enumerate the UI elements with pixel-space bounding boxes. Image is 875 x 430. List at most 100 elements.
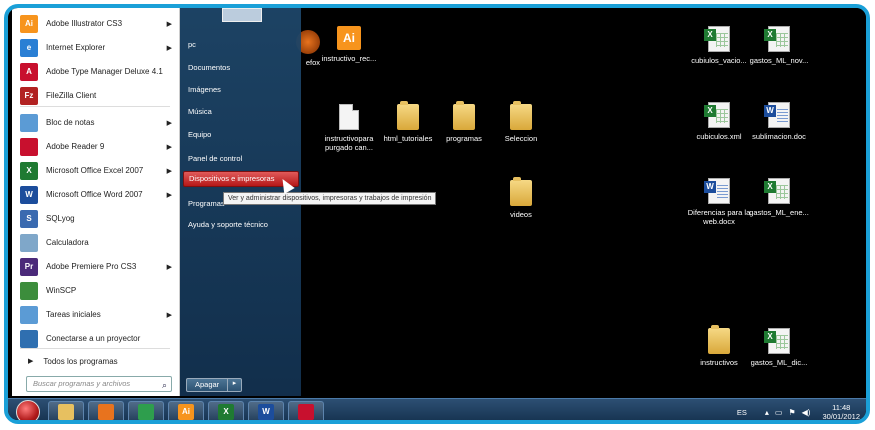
acrobat-icon [298, 404, 314, 420]
search-input[interactable]: Buscar programas y archivos ⌕ [26, 376, 172, 392]
desktop-icon-gastos-ml-nov[interactable]: X gastos_ML_nov... [743, 26, 815, 65]
word-taskbar-button[interactable]: W [248, 401, 284, 420]
program-label: WinSCP [46, 286, 77, 295]
search-icon: ⌕ [161, 380, 167, 390]
word-icon: W [258, 404, 274, 420]
getting-started-icon [20, 305, 38, 324]
program-label: Adobe Illustrator CS3 [46, 19, 123, 28]
action-center-flag-icon[interactable]: ⚑ [788, 408, 795, 417]
filezilla-icon: Fz [20, 86, 38, 105]
adobe-type-manager-icon: A [20, 62, 38, 81]
program-label: Calculadora [46, 238, 89, 247]
submenu-arrow-icon[interactable]: ▶ [167, 167, 172, 175]
submenu-arrow-icon[interactable]: ▶ [167, 311, 172, 319]
explorer-taskbar-button[interactable] [48, 401, 84, 420]
all-programs-label: Todos los programas [43, 356, 118, 366]
places-link[interactable]: Imágenes [188, 85, 221, 94]
program-item[interactable]: X Microsoft Office Excel 2007 ▶ [12, 159, 180, 182]
show-hidden-icons-icon[interactable]: ▴ [765, 408, 769, 417]
program-label: SQLyog [46, 214, 75, 223]
winscp-icon [20, 281, 38, 300]
excel-file-icon: X [764, 328, 790, 354]
adobe-reader-icon [20, 137, 38, 156]
illustrator-icon: Ai [20, 14, 38, 33]
program-label: FileZilla Client [46, 91, 97, 100]
program-item[interactable]: WinSCP [12, 279, 180, 302]
word-file-icon: W [704, 178, 730, 204]
places-link[interactable]: Música [188, 107, 212, 116]
desktop-icon-seleccion[interactable]: Seleccion [485, 101, 557, 143]
folder-icon [453, 101, 475, 130]
submenu-arrow-icon[interactable]: ▶ [167, 263, 172, 271]
desktop-icon-gastos-ml-dic[interactable]: X gastos_ML_dic... [743, 328, 815, 367]
desktop-icon-instructivo-rec[interactable]: Ai instructivo_rec... [313, 26, 385, 63]
all-programs-button[interactable]: ▶ Todos los programas [12, 352, 180, 370]
divider [20, 106, 170, 107]
program-label: Microsoft Office Word 2007 [46, 190, 143, 199]
start-button[interactable] [16, 400, 40, 420]
places-link[interactable]: Documentos [188, 63, 230, 72]
places-link[interactable]: Ayuda y soporte técnico [188, 220, 268, 229]
program-label: Bloc de notas [46, 118, 95, 127]
folder-icon [58, 404, 74, 420]
program-item[interactable]: W Microsoft Office Word 2007 ▶ [12, 183, 180, 206]
places-link[interactable]: Programas [188, 199, 225, 208]
program-item[interactable]: Ai Adobe Illustrator CS3 ▶ [12, 12, 180, 35]
desktop-icon-sublimacion-doc[interactable]: W sublimacion.doc [743, 102, 815, 141]
submenu-arrow-icon[interactable]: ▶ [167, 191, 172, 199]
program-label: Adobe Type Manager Deluxe 4.1 [46, 67, 163, 76]
start-menu-programs-pane: Ai Adobe Illustrator CS3 ▶ e Internet Explor… [12, 8, 180, 396]
clock[interactable]: 11:48 30/01/2012 [822, 403, 860, 421]
calculator-icon [20, 233, 38, 252]
illustrator-taskbar-button[interactable]: Ai [168, 401, 204, 420]
program-item[interactable]: Calculadora [12, 231, 180, 254]
clock-date: 30/01/2012 [822, 412, 860, 421]
program-item[interactable]: Fz FileZilla Client [12, 84, 180, 107]
premiere-icon: Pr [20, 257, 38, 276]
places-link[interactable]: pc [188, 40, 196, 49]
places-link[interactable]: Panel de control [188, 154, 242, 163]
program-item[interactable]: Pr Adobe Premiere Pro CS3 ▶ [12, 255, 180, 278]
volume-icon[interactable]: ◀) [802, 408, 811, 417]
firefox-taskbar-button[interactable] [88, 401, 124, 420]
word-file-icon: W [764, 102, 790, 128]
excel-icon: X [218, 404, 234, 420]
clock-time: 11:48 [832, 403, 851, 412]
desktop-icon-gastos-ml-ene[interactable]: X gastos_ML_ene... [743, 178, 815, 217]
search-placeholder: Buscar programas y archivos [33, 379, 131, 388]
submenu-arrow-icon[interactable]: ▶ [167, 20, 172, 28]
program-label: Microsoft Office Excel 2007 [46, 166, 144, 175]
program-item[interactable]: e Internet Explorer ▶ [12, 36, 180, 59]
excel-taskbar-button[interactable]: X [208, 401, 244, 420]
submenu-arrow-icon[interactable]: ▶ [167, 143, 172, 151]
folder-icon [510, 101, 532, 130]
program-item[interactable]: Conectarse a un proyector [12, 327, 180, 350]
program-item[interactable]: S SQLyog [12, 207, 180, 230]
desktop-icon-videos[interactable]: videos [485, 177, 557, 219]
user-picture[interactable] [222, 8, 262, 22]
folder-icon [708, 325, 730, 354]
illustrator-icon: Ai [178, 404, 194, 420]
acrobat-taskbar-button[interactable] [288, 401, 324, 420]
submenu-arrow-icon[interactable]: ▶ [167, 119, 172, 127]
excel-icon: X [20, 161, 38, 180]
chrome-taskbar-button[interactable] [128, 401, 164, 420]
system-tray: ES ▴ ▭ ⚑ ◀) 11:48 30/01/2012 [737, 403, 860, 421]
program-label: Adobe Premiere Pro CS3 [46, 262, 137, 271]
internet-explorer-icon: e [20, 38, 38, 57]
sqlyog-icon: S [20, 209, 38, 228]
submenu-arrow-icon[interactable]: ▶ [167, 44, 172, 52]
places-link[interactable]: Equipo [188, 130, 211, 139]
shutdown-button[interactable]: Apagar ▸ [186, 378, 242, 392]
program-item[interactable]: Tareas iniciales ▶ [12, 303, 180, 326]
program-label: Internet Explorer [46, 43, 106, 52]
program-label: Conectarse a un proyector [46, 334, 141, 343]
language-indicator[interactable]: ES [737, 408, 747, 417]
program-item[interactable]: Bloc de notas ▶ [12, 111, 180, 134]
folder-icon [397, 101, 419, 130]
program-item[interactable]: A Adobe Type Manager Deluxe 4.1 [12, 60, 180, 83]
program-item[interactable]: Adobe Reader 9 ▶ [12, 135, 180, 158]
excel-file-icon: X [764, 178, 790, 204]
shutdown-options-arrow-icon[interactable]: ▸ [227, 378, 241, 392]
network-icon[interactable]: ▭ [775, 408, 783, 417]
